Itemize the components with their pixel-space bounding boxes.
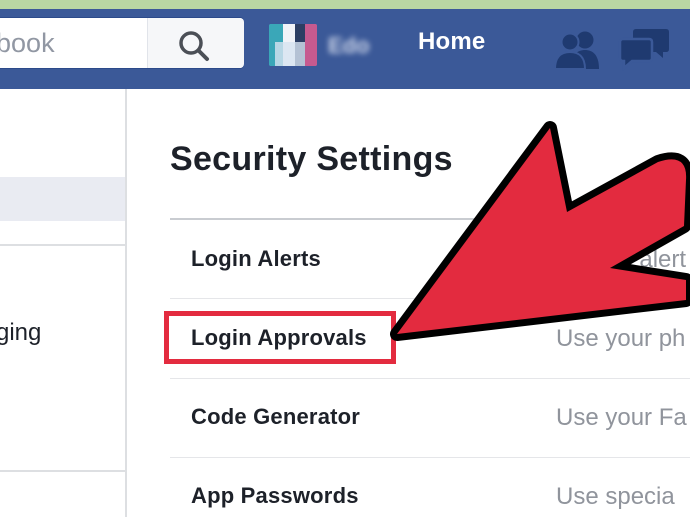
row-divider bbox=[170, 457, 690, 458]
setting-description-code-generator: Use your Fa bbox=[556, 404, 687, 431]
row-divider bbox=[170, 298, 690, 299]
title-divider bbox=[170, 218, 690, 220]
setting-description-login-approvals: Use your ph bbox=[556, 325, 686, 352]
friend-requests-icon[interactable] bbox=[552, 29, 604, 69]
search-box[interactable] bbox=[0, 17, 244, 69]
sidebar-item-messaging[interactable]: ging bbox=[0, 319, 41, 347]
home-link[interactable]: Home bbox=[418, 28, 485, 56]
top-navigation-bar: Edo Home bbox=[0, 9, 690, 89]
avatar[interactable] bbox=[269, 24, 317, 66]
page-title: Security Settings bbox=[170, 140, 453, 178]
search-input[interactable] bbox=[0, 18, 167, 68]
top-strip bbox=[0, 0, 690, 9]
sidebar-divider bbox=[0, 244, 125, 246]
left-sidebar: ging bbox=[0, 89, 127, 517]
messages-icon[interactable] bbox=[618, 25, 670, 71]
sidebar-divider bbox=[0, 470, 125, 472]
setting-label-login-alerts[interactable]: Login Alerts bbox=[191, 246, 321, 272]
setting-label-code-generator[interactable]: Code Generator bbox=[191, 404, 360, 430]
highlight-box bbox=[164, 311, 396, 364]
page: Edo Home ging Security Settings Login Al… bbox=[0, 0, 690, 517]
setting-label-app-passwords[interactable]: App Passwords bbox=[191, 483, 359, 509]
setting-description-app-passwords: Use specia bbox=[556, 483, 675, 510]
row-divider bbox=[170, 378, 690, 379]
search-icon[interactable] bbox=[176, 28, 212, 64]
setting-description-login-alerts: an alert bbox=[606, 246, 687, 273]
profile-name[interactable]: Edo bbox=[328, 33, 370, 59]
sidebar-item-selected[interactable] bbox=[0, 177, 125, 221]
